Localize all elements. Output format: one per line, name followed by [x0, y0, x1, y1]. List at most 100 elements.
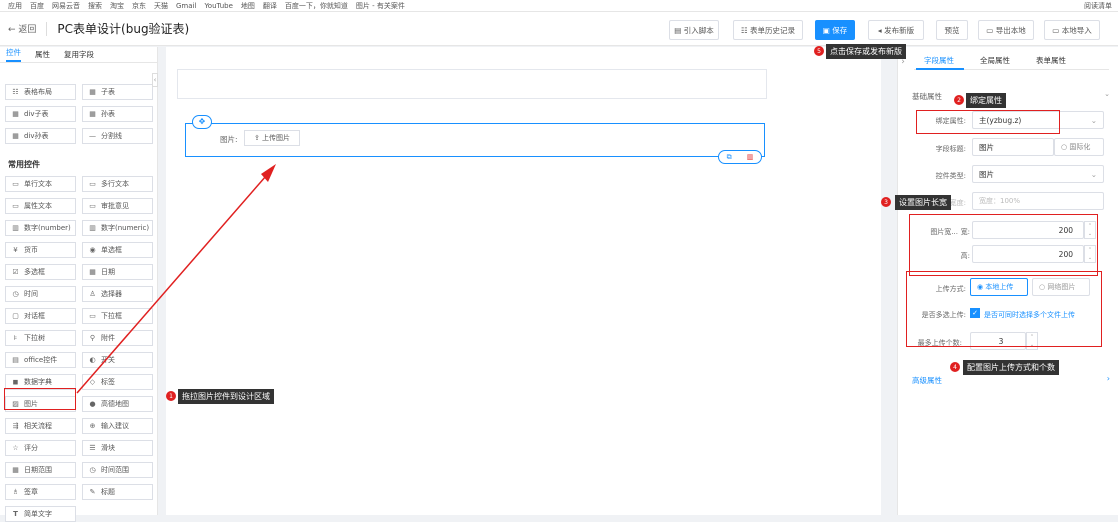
suggest-icon: ⊕	[89, 422, 96, 430]
control-label: 子表	[101, 88, 115, 96]
control-amap[interactable]: ● 高德地图	[82, 396, 153, 412]
publish-button[interactable]: ◂ 发布新版	[868, 20, 924, 40]
delete-icon[interactable]: ▥	[747, 153, 754, 161]
back-link[interactable]: ← 返回	[8, 22, 36, 35]
upload-image-button[interactable]: ⇪ 上传图片	[244, 130, 300, 146]
chevron-right-icon[interactable]: ›	[1107, 374, 1110, 383]
collapse-left-icon[interactable]: ‹	[152, 73, 158, 87]
import-icon: ▭	[1052, 25, 1062, 35]
control-type-select[interactable]: 图片 ⌄	[972, 165, 1104, 183]
clock-icon: ◷	[89, 466, 96, 474]
tag-icon: ◇	[89, 378, 96, 386]
control-label: 孙表	[101, 110, 115, 118]
import-local-button[interactable]: ▭ 本地导入	[1044, 20, 1100, 40]
control-label: 相关流程	[24, 422, 52, 430]
control-time[interactable]: ◷ 时间	[5, 286, 76, 302]
control-label: 标题	[101, 488, 115, 496]
bookmark[interactable]: 百度	[30, 1, 44, 11]
tab-controls[interactable]: 控件	[6, 47, 21, 62]
export-button[interactable]: ▭ 导出本地	[978, 20, 1034, 40]
i18n-button[interactable]: ○ 国际化	[1054, 138, 1104, 156]
tab-properties[interactable]: 属性	[35, 49, 50, 60]
calendar-icon: ▦	[12, 466, 19, 474]
tree-icon: ⊧	[13, 334, 18, 342]
control-switch[interactable]: ◐ 开关	[82, 352, 153, 368]
control-dropdown[interactable]: ▭ 下拉框	[82, 308, 153, 324]
control-table-layout[interactable]: ☷ 表格布局	[5, 84, 76, 100]
control-label: 滑块	[101, 444, 115, 452]
bookmark[interactable]: 地图	[241, 1, 255, 11]
control-radio[interactable]: ◉ 单选框	[82, 242, 153, 258]
control-slider[interactable]: ☰ 滑块	[82, 440, 153, 456]
tab-reuse-fields[interactable]: 复用字段	[64, 49, 94, 60]
form-history-button[interactable]: ☷ 表单历史记录	[733, 20, 803, 40]
text-icon: T	[13, 510, 18, 518]
control-date-range[interactable]: ▦ 日期范围	[5, 462, 76, 478]
control-label: div子表	[24, 110, 49, 118]
bookmark[interactable]: 天猫	[154, 1, 168, 11]
control-dropdown-tree[interactable]: ⊧ 下拉树	[5, 330, 76, 346]
control-numeric[interactable]: ▥ 数字(numeric)	[82, 220, 153, 236]
control-simple-text[interactable]: T 简单文字	[5, 506, 76, 522]
bookmark[interactable]: YouTube	[204, 2, 232, 10]
reading-list[interactable]: 阅读清单	[1084, 1, 1112, 11]
search-icon: ○	[1061, 143, 1070, 151]
control-number[interactable]: ▥ 数字(number)	[5, 220, 76, 236]
bookmark[interactable]: 淘宝	[110, 1, 124, 11]
bookmark[interactable]: 图片 - 有关案件	[356, 1, 405, 11]
tab-field-props[interactable]: 字段属性	[924, 55, 954, 66]
field-actions: ⧉ ▥	[718, 150, 762, 164]
control-checkbox[interactable]: ☑ 多选框	[5, 264, 76, 280]
control-rating[interactable]: ☆ 评分	[5, 440, 76, 456]
control-div-subtable[interactable]: ▦ div子表	[5, 106, 76, 122]
control-input-suggest[interactable]: ⊕ 输入建议	[82, 418, 153, 434]
control-divider[interactable]: — 分割线	[82, 128, 153, 144]
control-label: 表格布局	[24, 88, 52, 96]
control-attachment[interactable]: ⚲ 附件	[82, 330, 153, 346]
control-currency[interactable]: ¥ 货币	[5, 242, 76, 258]
control-attribute-text[interactable]: ▭ 属性文本	[5, 198, 76, 214]
control-label: 多行文本	[101, 180, 129, 188]
control-date[interactable]: ▦ 日期	[82, 264, 153, 280]
save-button[interactable]: ▣ 保存	[815, 20, 855, 40]
dropdown-icon: ▭	[89, 312, 96, 320]
control-label: 对话框	[24, 312, 45, 320]
control-heading[interactable]: ✎ 标题	[82, 484, 153, 500]
form-row-empty[interactable]	[177, 69, 767, 99]
move-icon[interactable]: ✥	[192, 115, 212, 129]
advanced-section-title[interactable]: 高级属性	[912, 375, 942, 386]
control-label: 分割线	[101, 132, 122, 140]
control-subtable[interactable]: ▦ 子表	[82, 84, 153, 100]
control-label: office控件	[24, 356, 58, 364]
tab-form-props[interactable]: 表单属性	[1036, 55, 1066, 66]
bookmark[interactable]: 京东	[132, 1, 146, 11]
field-title-input[interactable]: 图片	[972, 138, 1054, 156]
control-tag[interactable]: ◇ 标签	[82, 374, 153, 390]
control-approval[interactable]: ▭ 审批意见	[82, 198, 153, 214]
control-selector[interactable]: ♙ 选择器	[82, 286, 153, 302]
control-related-flow[interactable]: ⇶ 相关流程	[5, 418, 76, 434]
bookmark[interactable]: 百度一下，你就知道	[285, 1, 348, 11]
control-grandchild-table[interactable]: ▦ 孙表	[82, 106, 153, 122]
control-office[interactable]: ▤ office控件	[5, 352, 76, 368]
width-input[interactable]: 宽度：100%	[972, 192, 1104, 210]
design-canvas: ✥ 图片: ⇪ 上传图片 ⧉ ▥	[164, 47, 897, 515]
control-dialog[interactable]: ▢ 对话框	[5, 308, 76, 324]
upload-label: 上传图片	[262, 134, 291, 142]
chevron-down-icon[interactable]: ⌄	[1104, 90, 1110, 98]
control-div-grandchild[interactable]: ▦ div孙表	[5, 128, 76, 144]
bookmark[interactable]: 应用	[8, 1, 22, 11]
control-time-range[interactable]: ◷ 时间范围	[82, 462, 153, 478]
bookmark[interactable]: 搜索	[88, 1, 102, 11]
preview-button[interactable]: 预览	[936, 20, 968, 40]
bookmark[interactable]: Gmail	[176, 2, 196, 10]
bookmark[interactable]: 翻译	[263, 1, 277, 11]
bookmark[interactable]: 网易云音	[52, 1, 80, 11]
tab-global-props[interactable]: 全局属性	[980, 55, 1010, 66]
control-signature[interactable]: ♗ 签章	[5, 484, 76, 500]
image-field-row[interactable]: ✥ 图片: ⇪ 上传图片 ⧉ ▥	[185, 115, 765, 164]
copy-icon[interactable]: ⧉	[727, 153, 732, 162]
import-script-button[interactable]: ▤ 引入脚本	[669, 20, 719, 40]
control-multi-text[interactable]: ▭ 多行文本	[82, 176, 153, 192]
control-single-text[interactable]: ▭ 单行文本	[5, 176, 76, 192]
